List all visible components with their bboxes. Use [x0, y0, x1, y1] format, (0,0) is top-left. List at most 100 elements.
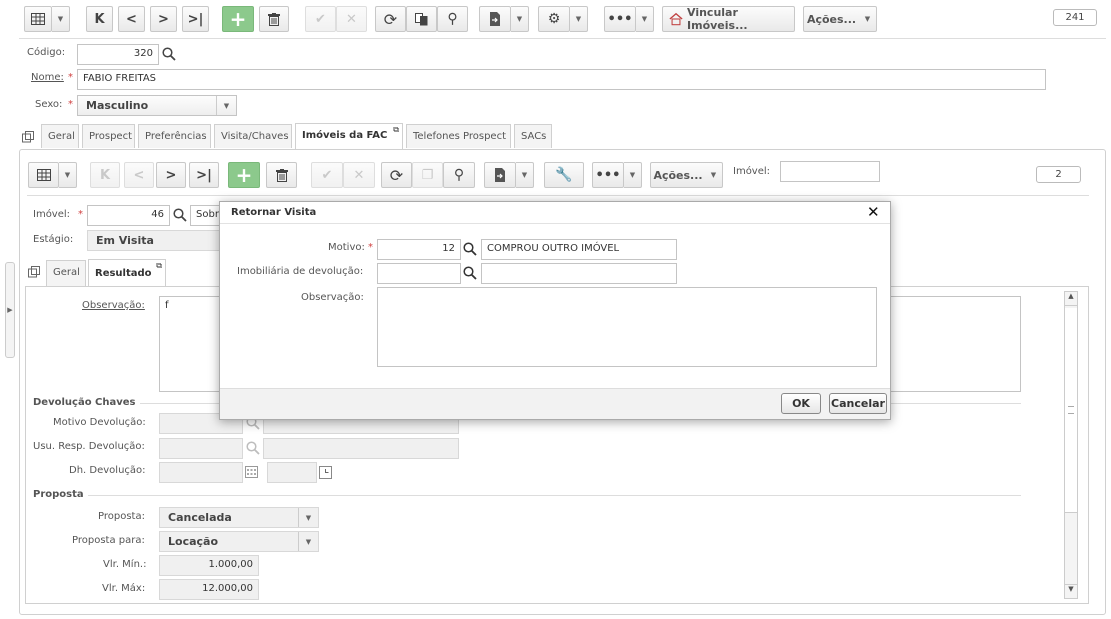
usu-resp-desc[interactable]	[263, 438, 459, 459]
scroll-down-icon[interactable]: ▼	[1065, 584, 1077, 598]
delete-record-button[interactable]	[259, 6, 289, 32]
search-icon[interactable]	[246, 441, 260, 455]
settings-dropdown[interactable]: ▼	[570, 6, 588, 32]
search-icon[interactable]	[463, 242, 477, 256]
sub-grid-view-button[interactable]	[28, 162, 59, 188]
grid-view-button[interactable]	[24, 6, 52, 32]
sub-save-button[interactable]: ✔	[311, 162, 343, 188]
filter-imovel-field[interactable]	[780, 161, 880, 182]
sub-add-button[interactable]: +	[228, 162, 260, 188]
tab-sacs[interactable]: SACs	[514, 124, 552, 148]
usu-resp-code[interactable]	[159, 438, 243, 459]
cancel-edit-button[interactable]: ✕	[336, 6, 367, 32]
modal-imobiliaria-label: Imobiliária de devolução:	[237, 266, 364, 277]
scrollbar[interactable]: ▲ ▼	[1064, 291, 1078, 599]
sexo-select[interactable]: Masculino ▼	[77, 95, 237, 116]
tab-preferencias[interactable]: Preferências	[138, 124, 211, 148]
inner-tabs-window-icon	[28, 266, 40, 278]
codigo-field[interactable]: 320	[77, 44, 159, 65]
tab-telefones-prospect[interactable]: Telefones Prospect	[406, 124, 511, 148]
acoes-dropdown[interactable]: ▼	[859, 6, 877, 32]
caret-down-icon: ▼	[298, 532, 318, 551]
vlr-min-field[interactable]: 1.000,00	[159, 555, 259, 576]
caret-down-icon: ▼	[864, 15, 871, 23]
sub-next-button[interactable]: >	[156, 162, 186, 188]
inner-tab-resultado[interactable]: Resultado ⧉	[88, 259, 166, 287]
sub-export-dropdown[interactable]: ▼	[516, 162, 534, 188]
sub-cancel-button[interactable]: ✕	[343, 162, 375, 188]
sub-duplicate-button[interactable]: ❐	[412, 162, 443, 188]
modal-motivo-desc[interactable]: COMPROU OUTRO IMÓVEL	[481, 239, 677, 260]
proposta-select[interactable]: Cancelada ▼	[159, 507, 319, 528]
sub-tools-button[interactable]: 🔧	[544, 162, 584, 188]
scroll-thumb[interactable]	[1065, 308, 1077, 513]
dh-devolucao-time[interactable]	[267, 462, 317, 483]
sub-refresh-button[interactable]: ⟳	[381, 162, 412, 188]
caret-down-icon: ▼	[298, 508, 318, 527]
dh-devolucao-date[interactable]	[159, 462, 243, 483]
proposta-para-value: Locação	[168, 535, 219, 548]
chevron-left-icon: <	[133, 167, 145, 183]
sub-export-button[interactable]	[484, 162, 516, 188]
settings-button[interactable]: ⚙	[538, 6, 570, 32]
estagio-select[interactable]: Em Visita	[87, 230, 227, 251]
sub-first-button[interactable]: K	[90, 162, 120, 188]
sub-acoes-dropdown[interactable]: ▼	[705, 162, 723, 188]
chevron-right-icon: ▶	[7, 306, 13, 314]
calendar-icon[interactable]	[245, 466, 258, 478]
vincular-imoveis-button[interactable]: Vincular Imóveis...	[662, 6, 795, 32]
save-button[interactable]: ✔	[305, 6, 336, 32]
next-record-button[interactable]: >	[150, 6, 177, 32]
modal-imobiliaria-desc[interactable]	[481, 263, 677, 284]
cancel-button[interactable]: Cancelar	[829, 393, 887, 414]
detach-icon[interactable]: ⧉	[393, 125, 399, 135]
add-record-button[interactable]: +	[222, 6, 254, 32]
inner-tab-geral[interactable]: Geral	[46, 260, 86, 286]
estagio-value: Em Visita	[96, 234, 154, 247]
dialog-close-icon[interactable]: ✕	[867, 203, 880, 221]
last-record-button[interactable]: >|	[182, 6, 209, 32]
first-record-button[interactable]: K	[86, 6, 113, 32]
duplicate-button[interactable]	[406, 6, 437, 32]
tab-imoveis-da-fac[interactable]: Imóveis da FAC ⧉	[295, 123, 403, 149]
sub-grid-dropdown[interactable]: ▼	[59, 162, 77, 188]
sub-acoes-label: Ações...	[653, 168, 703, 182]
modal-motivo-code[interactable]: 12	[377, 239, 461, 260]
more-button[interactable]: •••	[604, 6, 636, 32]
more-dropdown[interactable]: ▼	[636, 6, 654, 32]
usu-resp-label: Usu. Resp. Devolução:	[33, 441, 145, 452]
sub-more-dropdown[interactable]: ▼	[624, 162, 642, 188]
sub-delete-button[interactable]	[266, 162, 297, 188]
modal-imobiliaria-code[interactable]	[377, 263, 461, 284]
nome-field[interactable]: FABIO FREITAS	[77, 69, 1046, 90]
search-icon[interactable]	[173, 208, 187, 222]
refresh-button[interactable]: ⟳	[375, 6, 406, 32]
imovel-code-field[interactable]: 46	[87, 205, 170, 226]
grid-view-dropdown[interactable]: ▼	[52, 6, 70, 32]
ok-button[interactable]: OK	[781, 393, 821, 414]
sub-previous-button[interactable]: <	[124, 162, 154, 188]
tab-visita-chaves[interactable]: Visita/Chaves	[214, 124, 292, 148]
sub-last-button[interactable]: >|	[189, 162, 219, 188]
modal-observacao-textarea[interactable]	[377, 287, 877, 367]
tab-geral[interactable]: Geral	[41, 124, 79, 148]
search-icon[interactable]	[463, 266, 477, 280]
previous-record-button[interactable]: <	[118, 6, 145, 32]
export-dropdown[interactable]: ▼	[511, 6, 529, 32]
attach-button[interactable]: ⚲	[437, 6, 468, 32]
proposta-para-select[interactable]: Locação ▼	[159, 531, 319, 552]
export-button[interactable]	[479, 6, 511, 32]
sub-attach-button[interactable]: ⚲	[443, 162, 475, 188]
detach-icon[interactable]: ⧉	[156, 261, 162, 271]
sub-more-button[interactable]: •••	[592, 162, 624, 188]
grid-icon	[36, 169, 51, 181]
side-panel-toggle[interactable]: ▶	[5, 262, 15, 358]
clock-icon[interactable]	[319, 466, 332, 479]
scroll-up-icon[interactable]: ▲	[1065, 292, 1077, 306]
tab-prospect[interactable]: Prospect	[82, 124, 135, 148]
acoes-button[interactable]: Ações...	[803, 6, 860, 32]
caret-down-icon: ▼	[521, 171, 528, 179]
vlr-max-field[interactable]: 12.000,00	[159, 579, 259, 600]
sub-acoes-button[interactable]: Ações...	[650, 162, 706, 188]
search-icon[interactable]	[162, 47, 176, 61]
